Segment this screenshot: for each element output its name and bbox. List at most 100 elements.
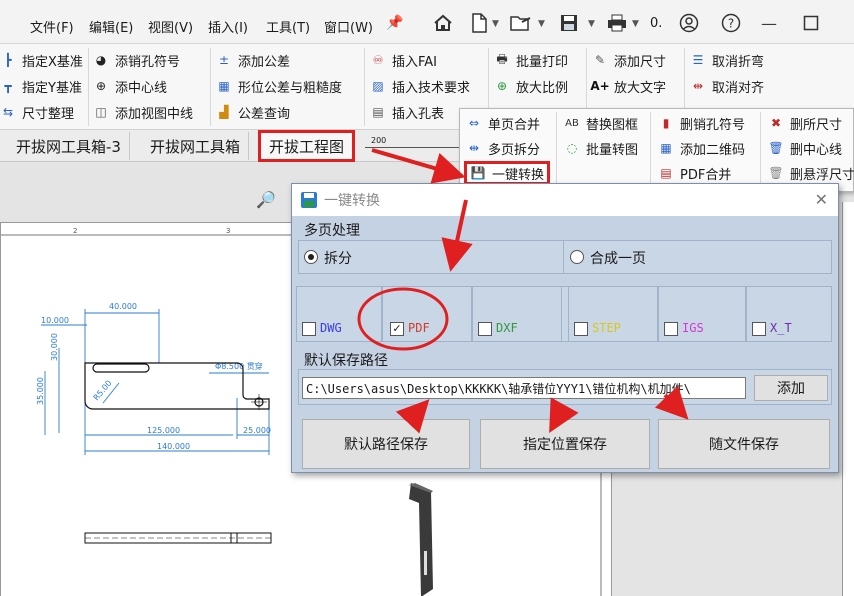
ribbon-batch-print[interactable]: 🖶 批量打印 [494, 48, 568, 72]
pin-hole-icon: ◕ [95, 53, 107, 67]
dim-10: 10.000 [41, 316, 69, 325]
dxf-checkbox[interactable] [478, 322, 492, 336]
ribbon-insert-fai[interactable]: ♾ 插入FAI [370, 48, 437, 72]
new-file-icon[interactable] [468, 12, 490, 34]
pdf-label: PDF [408, 321, 430, 335]
ribbon-insert-hole-table[interactable]: ▤ 插入孔表 [370, 100, 444, 124]
ribbon-insert-tech-req[interactable]: ▨ 插入技术要求 [370, 74, 470, 98]
close-icon[interactable]: ✕ [815, 190, 828, 209]
add-path-button[interactable]: 添加 [754, 375, 828, 401]
ribbon-enlarge-text[interactable]: A+ 放大文字 [590, 74, 666, 98]
xt-checkbox[interactable] [752, 322, 766, 336]
ribbon-set-y-datum[interactable]: ┳ 指定Y基准 [0, 74, 82, 98]
view-centerline-icon: ◫ [95, 105, 107, 119]
cancel-align-icon: ⇹ [692, 79, 704, 93]
replace-frame-icon: AB [565, 117, 579, 129]
pdf-icon: ▤ [660, 166, 672, 180]
toolbar-overflow[interactable]: 0. [650, 16, 662, 31]
dxf-label: DXF [496, 321, 518, 335]
dwg-checkbox[interactable] [302, 322, 316, 336]
igs-label: IGS [682, 321, 704, 335]
help-icon[interactable]: ? [720, 12, 742, 34]
igs-checkbox[interactable] [664, 322, 678, 336]
menu-view[interactable]: 视图(V) [148, 17, 193, 36]
print-dropdown-icon[interactable]: ▼ [632, 19, 639, 29]
tab-toolbox-3[interactable]: 开拔网工具箱-3 [8, 132, 130, 160]
right-panel-edge [842, 202, 854, 596]
dd-delete-pin-hole[interactable]: ▮ 删销孔符号 [658, 111, 745, 135]
ribbon-add-pin-hole-symbol[interactable]: ◕ 添销孔符号 [93, 48, 180, 72]
datum-x-icon: ┣ [4, 53, 12, 67]
step-checkbox[interactable] [574, 322, 588, 336]
save-icon[interactable] [558, 12, 580, 34]
convert-icon: 💾 [470, 166, 486, 180]
dd-delete-all-dims[interactable]: ✖ 删所尺寸 [768, 111, 842, 135]
tech-req-icon: ▨ [372, 79, 384, 93]
dim-125: 125.000 [147, 426, 180, 435]
dialog-titlebar[interactable]: 一键转换 ✕ [292, 184, 838, 216]
ribbon-cancel-bend[interactable]: ☰ 取消折弯 [690, 48, 764, 72]
split-radio[interactable] [304, 250, 318, 264]
save-path-input[interactable]: C:\Users\asus\Desktop\KKKKK\轴承错位YYY1\错位机… [302, 377, 746, 399]
menu-file[interactable]: 文件(F) [30, 17, 74, 36]
tab-drawing[interactable]: 开拔工程图 [258, 130, 356, 162]
ribbon-add-centerline[interactable]: ⊕ 添中心线 [93, 74, 167, 98]
dd-add-qrcode[interactable]: ▦ 添加二维码 [658, 136, 745, 160]
pdf-checkbox[interactable]: ✓ [390, 322, 404, 336]
home-icon[interactable] [432, 12, 454, 34]
menu-tools[interactable]: 工具(T) [266, 17, 310, 36]
save-with-file-button[interactable]: 随文件保存 [658, 419, 830, 469]
ribbon-dim-tidy[interactable]: ⇆ 尺寸整理 [0, 100, 74, 124]
dim-25: 25.000 [243, 426, 271, 435]
dialog-title: 一键转换 [324, 193, 380, 209]
ribbon-set-x-datum[interactable]: ┣ 指定X基准 [0, 48, 83, 72]
tab-toolbox[interactable]: 开拔网工具箱 [142, 132, 250, 160]
merge-radio[interactable] [570, 250, 584, 264]
save-specified-location-button[interactable]: 指定位置保存 [480, 419, 650, 469]
save-dropdown-icon[interactable]: ▼ [588, 19, 595, 29]
minimize-icon[interactable]: — [758, 12, 780, 34]
open-dropdown-icon[interactable]: ▼ [538, 19, 545, 29]
dd-one-click-convert[interactable]: 💾 一键转换 [464, 161, 551, 185]
qrcode-icon: ▦ [660, 141, 672, 155]
dd-multi-page-split[interactable]: ⇹ 多页拆分 [466, 136, 540, 160]
dd-separator [556, 112, 557, 190]
dd-replace-frame[interactable]: AB 替换图框 [564, 111, 638, 135]
dim-40: 40.000 [109, 302, 137, 311]
dd-delete-floating-dims[interactable]: 🗑 删悬浮尺寸 [768, 161, 854, 185]
open-icon[interactable] [510, 12, 532, 34]
ribbon-separator [88, 48, 89, 126]
ribbon-cancel-align[interactable]: ⇹ 取消对齐 [690, 74, 764, 98]
ribbon-add-tolerance[interactable]: ± 添加公差 [216, 48, 290, 72]
menu-insert[interactable]: 插入(I) [208, 17, 248, 36]
centerline-icon: ⊕ [95, 79, 107, 93]
ribbon-tolerance-query[interactable]: ▟ 公差查询 [216, 100, 290, 124]
dim-140: 140.000 [157, 442, 190, 451]
ribbon-add-view-centerline[interactable]: ◫ 添加视图中线 [93, 100, 193, 124]
save-path-label: 默认保存路径 [304, 353, 388, 369]
sheet-zone-3: 3 [226, 227, 230, 235]
dd-pdf-merge[interactable]: ▤ PDF合并 [658, 161, 731, 185]
xt-label: X_T [770, 321, 792, 335]
zoom-icon[interactable]: 🔎 [256, 190, 276, 209]
pin-icon[interactable]: 📌 [384, 12, 406, 34]
merge-label: 合成一页 [590, 251, 646, 267]
ribbon-add-dimension[interactable]: ✎ 添加尺寸 [592, 48, 666, 72]
menu-edit[interactable]: 编辑(E) [89, 17, 133, 36]
dwg-label: DWG [320, 321, 342, 335]
menu-window[interactable]: 窗口(W) [324, 17, 373, 36]
save-default-path-button[interactable]: 默认路径保存 [302, 419, 470, 469]
ribbon-separator [210, 48, 211, 126]
dim-tidy-icon: ⇆ [2, 105, 14, 119]
dd-delete-centerline[interactable]: 🗑 删中心线 [768, 136, 842, 160]
user-icon[interactable] [678, 12, 700, 34]
new-dropdown-icon[interactable]: ▼ [492, 19, 499, 29]
maximize-icon[interactable] [800, 12, 822, 34]
dd-single-page-merge[interactable]: ⇔ 单页合并 [466, 111, 540, 135]
print-icon[interactable] [606, 12, 628, 34]
dd-batch-convert[interactable]: ◌ 批量转图 [564, 136, 638, 160]
ribbon-enlarge-scale[interactable]: ⊕ 放大比例 [494, 74, 568, 98]
ribbon-gdt-roughness[interactable]: ▦ 形位公差与粗糙度 [216, 74, 342, 98]
batch-convert-icon: ◌ [566, 141, 578, 155]
merge-page-icon: ⇔ [468, 116, 480, 130]
